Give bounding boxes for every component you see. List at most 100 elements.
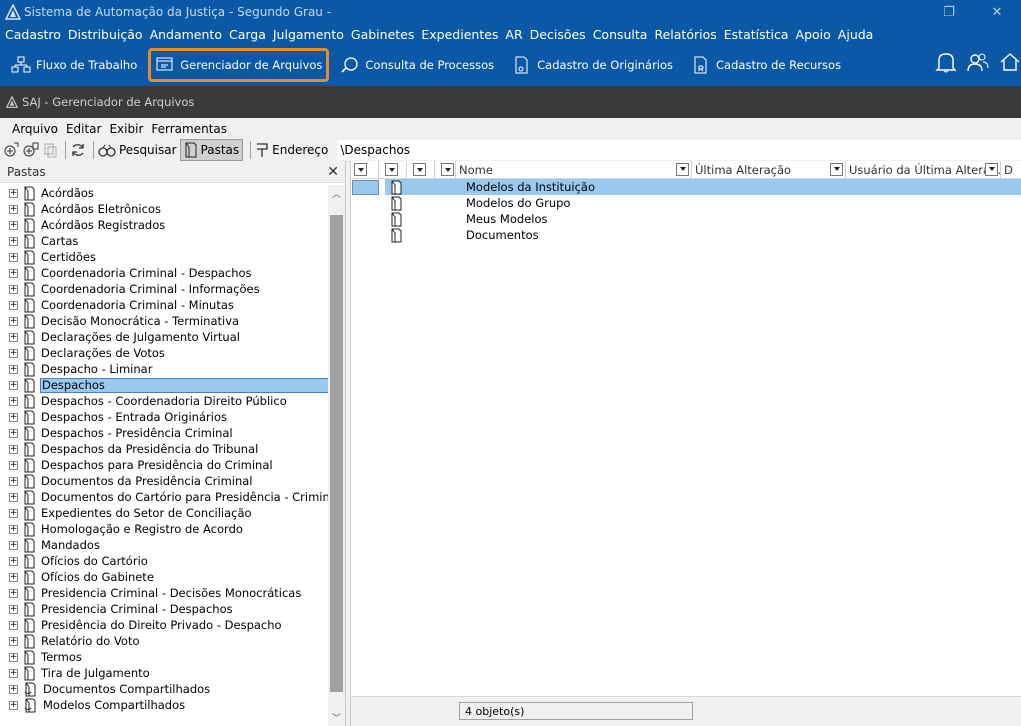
row-selector[interactable] <box>352 196 379 211</box>
column-header-usuario[interactable]: Usuário da Última Altera... <box>846 160 1001 179</box>
menu-estatistica[interactable]: Estatística <box>721 27 793 42</box>
address-input[interactable]: \Despachos <box>337 139 1021 160</box>
expand-icon[interactable]: + <box>9 316 18 326</box>
expand-icon[interactable]: + <box>9 460 18 470</box>
expand-icon[interactable]: + <box>9 636 18 646</box>
tree-item[interactable]: + Certidões <box>0 249 338 265</box>
menu-apoio[interactable]: Apoio <box>793 27 835 42</box>
restore-button[interactable]: ❐ <box>925 0 973 24</box>
file-row[interactable]: Modelos da Instituição <box>351 179 1021 195</box>
row-selector[interactable] <box>352 179 379 195</box>
expand-icon[interactable]: + <box>9 668 18 678</box>
gerenciador-arquivos-button[interactable]: Gerenciador de Arquivos <box>148 48 330 82</box>
users-icon[interactable] <box>967 50 989 74</box>
tree-item[interactable]: + Declarações de Votos <box>0 345 338 361</box>
expand-icon[interactable]: + <box>9 524 18 534</box>
column-filter-3[interactable] <box>407 160 435 179</box>
menu-distribuicao[interactable]: Distribuição <box>65 27 147 42</box>
tree-item[interactable]: + Acórdãos Registrados <box>0 217 338 233</box>
expand-icon[interactable]: + <box>9 652 18 662</box>
expand-icon[interactable]: + <box>9 300 18 310</box>
row-selector[interactable] <box>352 228 379 243</box>
column-filter-4[interactable] <box>435 160 456 179</box>
file-row[interactable]: Meus Modelos <box>351 211 1021 227</box>
menu-decisoes[interactable]: Decisões <box>527 27 590 42</box>
dropdown-arrow-icon[interactable] <box>985 162 998 176</box>
file-row[interactable]: Documentos <box>351 227 1021 243</box>
column-header-d[interactable]: D <box>1001 161 1021 179</box>
home-icon[interactable] <box>999 50 1021 74</box>
new-document-button[interactable] <box>23 139 39 161</box>
column-filter-1[interactable] <box>351 160 379 179</box>
expand-icon[interactable]: + <box>9 332 18 342</box>
tree-item[interactable]: + Modelos Compartilhados <box>0 697 338 713</box>
expand-icon[interactable]: + <box>9 620 18 630</box>
file-row[interactable]: Modelos do Grupo <box>351 195 1021 211</box>
expand-icon[interactable]: + <box>9 364 18 374</box>
menu-editar[interactable]: Editar <box>66 122 102 136</box>
folder-tree-scrollbar[interactable]: ︿ ﹀ <box>328 185 345 726</box>
scroll-up-icon[interactable]: ︿ <box>328 185 345 202</box>
tree-item[interactable]: + Declarações de Julgamento Virtual <box>0 329 338 345</box>
tree-item[interactable]: + Despachos - Entrada Originários <box>0 409 338 425</box>
menu-consulta[interactable]: Consulta <box>590 27 652 42</box>
column-header-ultima-alteracao[interactable]: Última Alteração <box>692 160 846 179</box>
tree-item[interactable]: + Despacho - Liminar <box>0 361 338 377</box>
scroll-down-icon[interactable]: ﹀ <box>328 709 345 726</box>
tree-item[interactable]: + Despachos da Presidência do Tribunal <box>0 441 338 457</box>
tree-item[interactable]: + Despachos - Presidência Criminal <box>0 425 338 441</box>
tree-item[interactable]: + Tira de Julgamento <box>0 665 338 681</box>
expand-icon[interactable]: + <box>9 604 18 614</box>
close-window-button[interactable]: ✕ <box>973 0 1021 24</box>
menu-andamento[interactable]: Andamento <box>147 27 226 42</box>
expand-icon[interactable]: + <box>9 236 18 246</box>
dropdown-arrow-icon[interactable] <box>830 162 843 176</box>
expand-icon[interactable]: + <box>9 444 18 454</box>
pastas-toggle-button[interactable]: Pastas <box>179 138 244 161</box>
expand-icon[interactable]: + <box>9 492 18 502</box>
tree-item[interactable]: + Acórdãos Eletrônicos <box>0 201 338 217</box>
dropdown-arrow-icon[interactable] <box>676 162 689 176</box>
expand-icon[interactable]: + <box>9 396 18 406</box>
expand-icon[interactable]: + <box>9 700 18 710</box>
expand-icon[interactable]: + <box>9 428 18 438</box>
dropdown-arrow-icon[interactable] <box>354 163 367 176</box>
column-header-nome[interactable]: Nome <box>456 160 692 179</box>
tree-item[interactable]: + Cartas <box>0 233 338 249</box>
tree-item[interactable]: + Relatório do Voto <box>0 633 338 649</box>
cadastro-originarios-button[interactable]: Cadastro de Originários <box>505 48 680 82</box>
tree-item[interactable]: + Acórdãos <box>0 185 338 201</box>
menu-ferramentas[interactable]: Ferramentas <box>151 122 227 136</box>
tree-item[interactable]: + Coordenadoria Criminal - Informações <box>0 281 338 297</box>
dropdown-arrow-icon[interactable] <box>441 163 454 176</box>
tree-item[interactable]: + Expedientes do Setor de Conciliação <box>0 505 338 521</box>
row-selector[interactable] <box>352 212 379 227</box>
tree-item[interactable]: + Termos <box>0 649 338 665</box>
menu-julgamento[interactable]: Julgamento <box>270 27 348 42</box>
tree-item[interactable]: + Presidencia Criminal - Decisões Monocrá… <box>0 585 338 601</box>
menu-ajuda[interactable]: Ajuda <box>835 27 878 42</box>
scroll-thumb[interactable] <box>330 215 343 692</box>
expand-icon[interactable]: + <box>9 284 18 294</box>
tree-item[interactable]: + Presidencia Criminal - Despachos <box>0 601 338 617</box>
expand-icon[interactable]: + <box>9 220 18 230</box>
expand-icon[interactable]: + <box>9 556 18 566</box>
tree-item[interactable]: + Mandados <box>0 537 338 553</box>
expand-icon[interactable]: + <box>9 380 18 390</box>
new-folder-button[interactable] <box>4 139 20 161</box>
tree-item[interactable]: + Documentos do Cartório para Presidência… <box>0 489 338 505</box>
expand-icon[interactable]: + <box>9 572 18 582</box>
expand-icon[interactable]: + <box>9 268 18 278</box>
tree-item[interactable]: + Despachos para Presidência do Criminal <box>0 457 338 473</box>
menu-ar[interactable]: AR <box>502 27 526 42</box>
tree-item[interactable]: + Despachos <box>0 377 338 393</box>
expand-icon[interactable]: + <box>9 588 18 598</box>
expand-icon[interactable]: + <box>9 252 18 262</box>
fluxo-trabalho-button[interactable]: Fluxo de Trabalho <box>4 48 144 82</box>
pesquisar-button[interactable]: Pesquisar <box>98 139 177 161</box>
menu-carga[interactable]: Carga <box>226 27 270 42</box>
expand-icon[interactable]: + <box>9 348 18 358</box>
menu-arquivo[interactable]: Arquivo <box>12 122 58 136</box>
tree-item[interactable]: + Documentos Compartilhados <box>0 681 338 697</box>
tree-item[interactable]: + Homologação e Registro de Acordo <box>0 521 338 537</box>
